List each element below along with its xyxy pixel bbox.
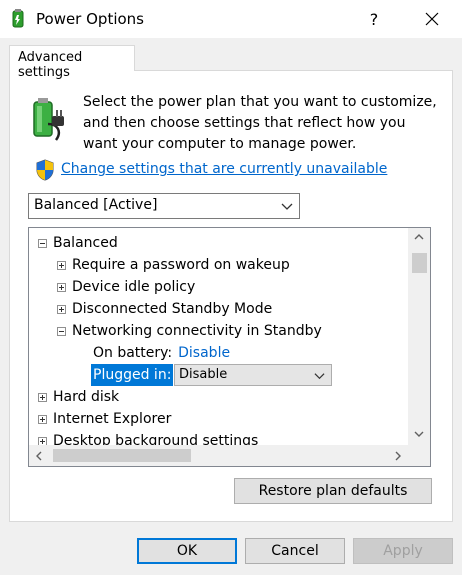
tab-advanced-settings[interactable]: Advanced settings [9, 45, 135, 80]
power-options-icon [12, 9, 24, 28]
title-bar: Power Options ? [0, 0, 462, 38]
plugged-in-value: Disable [179, 367, 228, 382]
close-button[interactable] [410, 0, 454, 38]
tree-node-label: Hard disk [53, 389, 120, 405]
scroll-left-button[interactable] [29, 445, 49, 466]
uac-shield-icon [36, 159, 54, 181]
tree-node-label: Internet Explorer [53, 411, 172, 427]
collapse-icon[interactable] [57, 326, 66, 336]
apply-button[interactable]: Apply [353, 538, 453, 564]
horizontal-scroll-thumb[interactable] [53, 449, 191, 462]
scroll-arrow-icon [395, 451, 401, 460]
expand-icon[interactable] [38, 414, 47, 424]
tree-node-hard-disk[interactable]: Hard disk [38, 386, 119, 408]
chevron-down-icon [281, 203, 293, 210]
expand-icon[interactable] [38, 392, 47, 402]
scroll-up-button[interactable] [408, 228, 430, 246]
help-button[interactable]: ? [352, 0, 396, 38]
plugged-in-select[interactable]: Disable [174, 364, 332, 386]
tree-node-label: Require a password on wakeup [72, 257, 290, 273]
ok-button[interactable]: OK [137, 538, 237, 564]
expand-icon[interactable] [38, 436, 47, 445]
scroll-right-button[interactable] [388, 445, 408, 466]
tree-node-disconnected-standby[interactable]: Disconnected Standby Mode [57, 298, 272, 320]
scroll-arrow-icon [414, 234, 424, 240]
change-settings-link[interactable]: Change settings that are currently unava… [61, 161, 387, 177]
plugged-in-label: Plugged in: [91, 364, 174, 386]
vertical-scroll-thumb[interactable] [412, 253, 427, 273]
tree-node-desktop-background[interactable]: Desktop background settings [38, 430, 258, 445]
battery-plug-icon [33, 98, 64, 141]
expand-icon[interactable] [57, 260, 66, 270]
on-battery-value[interactable]: Disable [178, 345, 230, 361]
tree-node-label: Desktop background settings [53, 433, 259, 445]
on-battery-setting[interactable]: On battery: Disable [93, 342, 230, 364]
power-plan-select[interactable]: Balanced [Active] [28, 193, 300, 219]
tree-node-device-idle[interactable]: Device idle policy [57, 276, 195, 298]
cancel-button[interactable]: Cancel [245, 538, 345, 564]
chevron-down-icon [314, 373, 325, 380]
expand-icon[interactable] [57, 304, 66, 314]
scroll-arrow-icon [414, 431, 424, 437]
power-plan-value: Balanced [Active] [34, 197, 158, 213]
tree-node-label: Disconnected Standby Mode [72, 301, 273, 317]
tree-node-label: Networking connectivity in Standby [72, 323, 322, 339]
expand-icon[interactable] [57, 282, 66, 292]
close-icon [425, 12, 439, 26]
tree-node-networking-standby[interactable]: Networking connectivity in Standby [57, 320, 322, 342]
restore-defaults-button[interactable]: Restore plan defaults [234, 478, 432, 504]
horizontal-scrollbar[interactable] [29, 445, 408, 466]
window-title: Power Options [36, 10, 144, 28]
tree-node-label: Device idle policy [72, 279, 196, 295]
tree-node-require-password[interactable]: Require a password on wakeup [57, 254, 290, 276]
scrollbar-corner [408, 445, 430, 466]
tree-node-internet-explorer[interactable]: Internet Explorer [38, 408, 171, 430]
collapse-icon[interactable] [38, 238, 47, 248]
tree-node-label: Balanced [53, 235, 118, 251]
plugged-in-setting[interactable]: Plugged in: [91, 364, 174, 386]
tree-node-balanced[interactable]: Balanced [38, 232, 118, 254]
vertical-scrollbar[interactable] [408, 228, 430, 445]
description-text: Select the power plan that you want to c… [83, 94, 437, 152]
scroll-arrow-icon [36, 451, 42, 460]
on-battery-label: On battery: [93, 345, 173, 361]
settings-tree[interactable]: Balanced Require a password on wakeup De… [28, 227, 431, 467]
scroll-down-button[interactable] [408, 425, 430, 443]
